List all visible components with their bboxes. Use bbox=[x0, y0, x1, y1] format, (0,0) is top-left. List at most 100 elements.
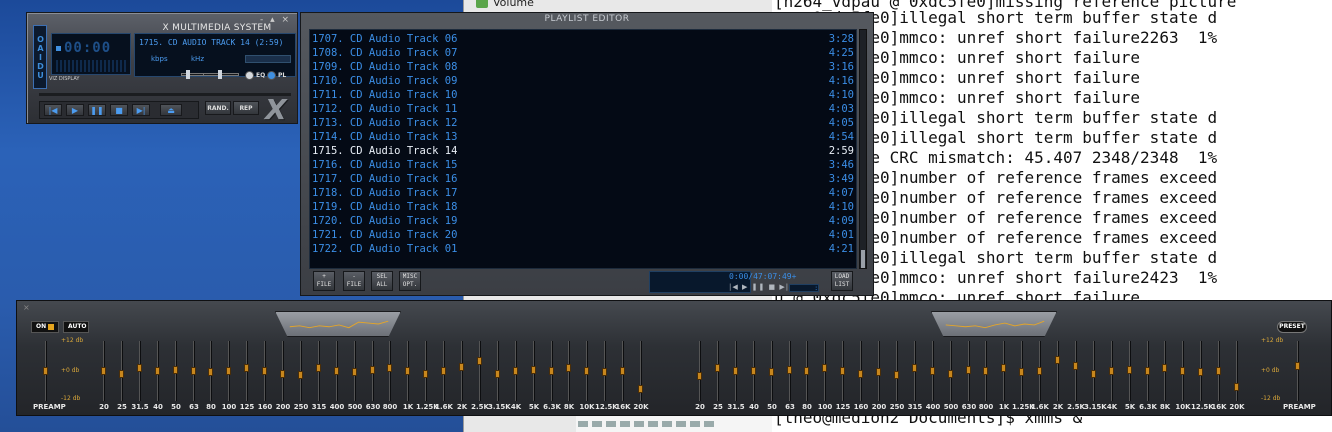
band-slider[interactable] bbox=[876, 341, 881, 401]
play-button[interactable]: ▶ bbox=[66, 104, 84, 116]
band-slider[interactable] bbox=[620, 341, 625, 401]
clutterbar[interactable]: OAIDU bbox=[33, 25, 47, 89]
slider-knob[interactable] bbox=[876, 368, 881, 376]
band-slider[interactable] bbox=[769, 341, 774, 401]
playlist-row[interactable]: 1717. CD Audio Track 16 3:49 bbox=[312, 172, 854, 186]
slider-knob[interactable] bbox=[697, 372, 702, 380]
band-slider[interactable] bbox=[804, 341, 809, 401]
playlist-row[interactable]: 1715. CD Audio Track 14 2:59 bbox=[312, 144, 854, 158]
playlist-row[interactable]: 1718. CD Audio Track 17 4:07 bbox=[312, 186, 854, 200]
slider-knob[interactable] bbox=[1198, 368, 1203, 376]
slider-knob[interactable] bbox=[769, 368, 774, 376]
band-slider[interactable] bbox=[1055, 341, 1060, 401]
slider-knob[interactable] bbox=[638, 385, 643, 393]
band-slider[interactable] bbox=[1073, 341, 1078, 401]
band-slider[interactable] bbox=[352, 341, 357, 401]
slider-knob[interactable] bbox=[495, 370, 500, 378]
band-slider[interactable] bbox=[441, 341, 446, 401]
band-slider[interactable] bbox=[262, 341, 267, 401]
band-slider[interactable] bbox=[119, 341, 124, 401]
band-slider[interactable] bbox=[948, 341, 953, 401]
slider-knob[interactable] bbox=[1055, 356, 1060, 364]
close-icon[interactable]: × bbox=[23, 303, 30, 312]
band-slider[interactable] bbox=[1180, 341, 1185, 401]
band-slider[interactable] bbox=[983, 341, 988, 401]
band-slider[interactable] bbox=[549, 341, 554, 401]
balance-slider[interactable] bbox=[203, 70, 239, 79]
slider-knob[interactable] bbox=[191, 367, 196, 375]
slider-knob[interactable] bbox=[155, 367, 160, 375]
band-slider[interactable] bbox=[405, 341, 410, 401]
band-slider[interactable] bbox=[1198, 341, 1203, 401]
slider-knob[interactable] bbox=[948, 370, 953, 378]
slider-knob[interactable] bbox=[1234, 383, 1239, 391]
slider-knob[interactable] bbox=[966, 366, 971, 374]
slider-knob[interactable] bbox=[751, 367, 756, 375]
slider-knob[interactable] bbox=[352, 368, 357, 376]
misc-options-button[interactable]: MISC OPT. bbox=[399, 271, 421, 291]
slider-knob[interactable] bbox=[387, 364, 392, 372]
slider-knob[interactable] bbox=[1037, 367, 1042, 375]
band-slider[interactable] bbox=[566, 341, 571, 401]
band-slider[interactable] bbox=[602, 341, 607, 401]
slider-knob[interactable] bbox=[298, 371, 303, 379]
band-slider[interactable] bbox=[101, 341, 106, 401]
band-slider[interactable] bbox=[1019, 341, 1024, 401]
slider-knob[interactable] bbox=[584, 367, 589, 375]
slider-knob[interactable] bbox=[316, 364, 321, 372]
slider-knob[interactable] bbox=[1145, 367, 1150, 375]
band-slider[interactable] bbox=[173, 341, 178, 401]
playlist-row[interactable]: 1708. CD Audio Track 07 4:25 bbox=[312, 46, 854, 60]
slider-knob[interactable] bbox=[549, 367, 554, 375]
playlist-row[interactable]: 1711. CD Audio Track 10 4:10 bbox=[312, 88, 854, 102]
slider-knob[interactable] bbox=[459, 363, 464, 371]
playlist-row[interactable]: 1719. CD Audio Track 18 4:10 bbox=[312, 200, 854, 214]
playlist-toggle-button[interactable] bbox=[267, 71, 276, 80]
band-slider[interactable] bbox=[280, 341, 285, 401]
slider-knob[interactable] bbox=[1127, 366, 1132, 374]
select-all-button[interactable]: SEL ALL bbox=[371, 271, 393, 291]
band-slider[interactable] bbox=[334, 341, 339, 401]
playlist-row[interactable]: 1722. CD Audio Track 01 4:21 bbox=[312, 242, 854, 256]
slider-knob[interactable] bbox=[1180, 367, 1185, 375]
playlist-row[interactable]: 1720. CD Audio Track 19 4:09 bbox=[312, 214, 854, 228]
volume-thumb[interactable] bbox=[186, 70, 190, 79]
slider-knob[interactable] bbox=[513, 367, 518, 375]
slider-knob[interactable] bbox=[137, 364, 142, 372]
seek-bar[interactable] bbox=[39, 93, 291, 96]
slider-knob[interactable] bbox=[715, 364, 720, 372]
slider-knob[interactable] bbox=[894, 371, 899, 379]
playlist-row[interactable]: 1709. CD Audio Track 08 3:16 bbox=[312, 60, 854, 74]
slider-knob[interactable] bbox=[602, 368, 607, 376]
slider-knob[interactable] bbox=[787, 366, 792, 374]
slider-knob[interactable] bbox=[423, 370, 428, 378]
playlist-scrollbar[interactable] bbox=[859, 29, 867, 269]
slider-knob[interactable] bbox=[1295, 362, 1300, 370]
slider-knob[interactable] bbox=[531, 366, 536, 374]
slider-knob[interactable] bbox=[262, 367, 267, 375]
band-slider[interactable] bbox=[638, 341, 643, 401]
scrollbar-thumb[interactable] bbox=[861, 250, 865, 268]
slider-knob[interactable] bbox=[1019, 368, 1024, 376]
visualizer[interactable] bbox=[56, 60, 126, 72]
playlist-row[interactable]: 1721. CD Audio Track 20 4:01 bbox=[312, 228, 854, 242]
band-slider[interactable] bbox=[1091, 341, 1096, 401]
band-slider[interactable] bbox=[477, 341, 482, 401]
previous-button[interactable]: |◀ bbox=[44, 104, 62, 116]
band-slider[interactable] bbox=[1162, 341, 1167, 401]
band-slider[interactable] bbox=[208, 341, 213, 401]
slider-knob[interactable] bbox=[441, 367, 446, 375]
slider-knob[interactable] bbox=[930, 367, 935, 375]
slider-knob[interactable] bbox=[912, 364, 917, 372]
eject-button[interactable]: ⏏ bbox=[160, 104, 182, 116]
playlist-row[interactable]: 1710. CD Audio Track 09 4:16 bbox=[312, 74, 854, 88]
band-slider[interactable] bbox=[822, 341, 827, 401]
band-slider[interactable] bbox=[155, 341, 160, 401]
band-slider[interactable] bbox=[531, 341, 536, 401]
band-slider[interactable] bbox=[930, 341, 935, 401]
preset-button[interactable]: PRESET bbox=[1277, 321, 1307, 333]
slider-knob[interactable] bbox=[620, 367, 625, 375]
slider-knob[interactable] bbox=[370, 366, 375, 374]
band-slider[interactable] bbox=[298, 341, 303, 401]
band-slider[interactable] bbox=[697, 341, 702, 401]
